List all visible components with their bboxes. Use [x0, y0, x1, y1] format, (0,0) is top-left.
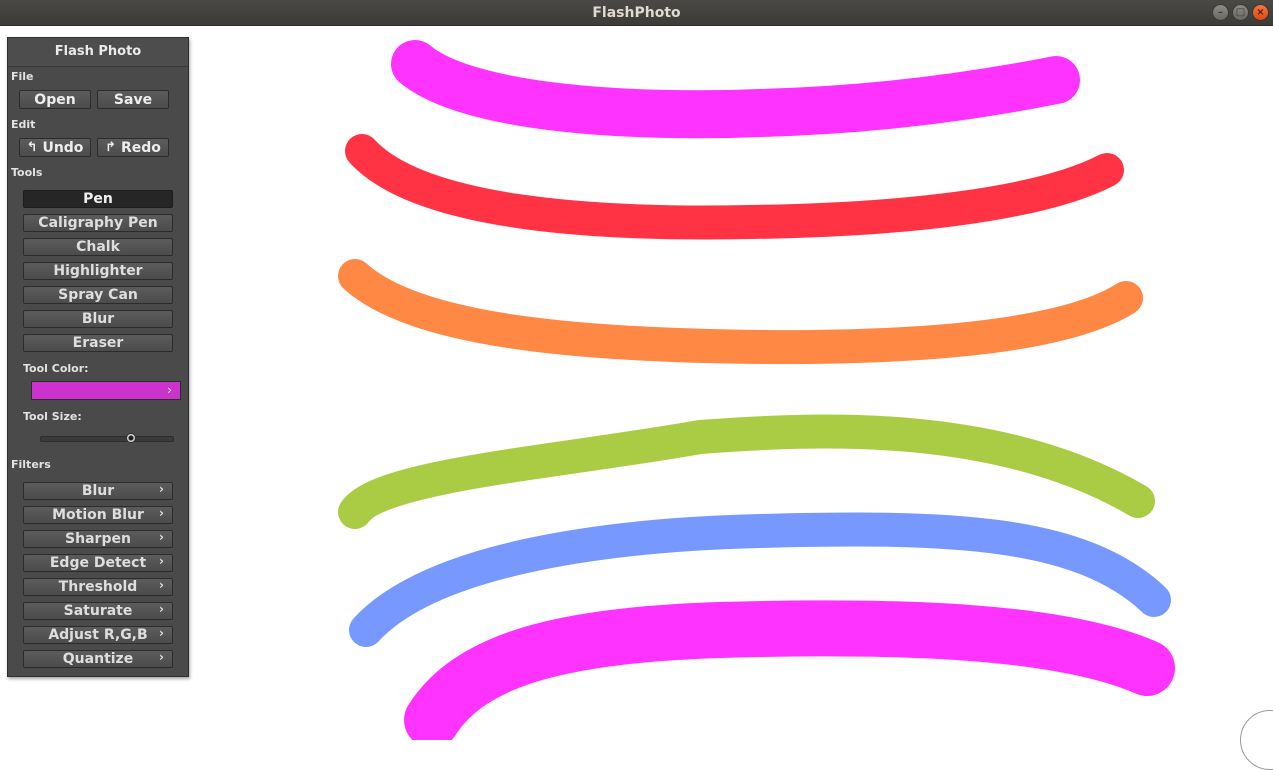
panel-title[interactable]: Flash Photo — [8, 38, 188, 67]
filters-section-label: Filters — [11, 458, 51, 471]
chevron-right-icon: › — [159, 626, 164, 640]
tool-size-slider[interactable] — [40, 433, 174, 443]
tool-blur-button[interactable]: Blur — [23, 310, 173, 328]
edit-section-label: Edit — [11, 118, 36, 131]
tool-color-picker[interactable]: › — [31, 381, 181, 400]
chevron-right-icon: › — [159, 506, 164, 520]
tool-label: Blur — [81, 311, 115, 327]
tool-caligraphy-pen-button[interactable]: Caligraphy Pen — [23, 214, 173, 232]
window-title: FlashPhoto — [592, 4, 681, 21]
tool-label: Caligraphy Pen — [38, 215, 158, 231]
tools-section-label: Tools — [11, 166, 43, 179]
filter-label: Motion Blur — [52, 507, 144, 523]
window-titlebar: FlashPhoto – □ × — [0, 0, 1273, 26]
tool-label: Highlighter — [53, 263, 143, 279]
close-icon[interactable]: × — [1252, 4, 1269, 21]
filter-label: Adjust R,G,B — [48, 627, 148, 643]
tool-chalk-button[interactable]: Chalk — [23, 238, 173, 256]
filter-label: Sharpen — [65, 531, 131, 547]
filter-blur-button[interactable]: Blur › — [23, 482, 173, 500]
tool-color-label: Tool Color: — [23, 362, 89, 375]
filter-label: Saturate — [63, 603, 133, 619]
filter-label: Blur — [81, 483, 115, 499]
chevron-right-icon: › — [159, 530, 164, 544]
open-button-label: Open — [34, 91, 76, 108]
filter-threshold-button[interactable]: Threshold › — [23, 578, 173, 596]
filter-label: Edge Detect — [49, 555, 147, 571]
chevron-right-icon: › — [167, 383, 172, 397]
drawing-canvas[interactable] — [0, 27, 1273, 740]
chevron-right-icon: › — [159, 602, 164, 616]
tool-eraser-button[interactable]: Eraser — [23, 334, 173, 352]
filter-quantize-button[interactable]: Quantize › — [23, 650, 173, 668]
open-button[interactable]: Open — [19, 90, 91, 109]
undo-button[interactable]: ↰ Undo — [19, 138, 91, 157]
minimize-icon[interactable]: – — [1212, 4, 1229, 21]
filter-motion-blur-button[interactable]: Motion Blur › — [23, 506, 173, 524]
slider-handle[interactable] — [125, 433, 136, 443]
tool-label: Pen — [83, 191, 113, 207]
filter-sharpen-button[interactable]: Sharpen › — [23, 530, 173, 548]
window-controls: – □ × — [1212, 4, 1269, 21]
tool-label: Eraser — [72, 335, 124, 351]
filter-adjust-rgb-button[interactable]: Adjust R,G,B › — [23, 626, 173, 644]
redo-button[interactable]: ↱ Redo — [97, 138, 169, 157]
stroke-3 — [338, 259, 1143, 365]
tool-spray-can-button[interactable]: Spray Can — [23, 286, 173, 304]
chevron-right-icon: › — [159, 482, 164, 496]
filter-label: Quantize — [62, 651, 134, 667]
stroke-4 — [338, 414, 1155, 529]
maximize-icon[interactable]: □ — [1232, 4, 1249, 21]
tool-pen-button[interactable]: Pen — [23, 190, 173, 208]
tool-size-label: Tool Size: — [23, 410, 82, 423]
save-button-label: Save — [113, 91, 153, 108]
file-section-label: File — [11, 70, 34, 83]
stroke-6 — [404, 600, 1175, 740]
stroke-1 — [391, 40, 1080, 139]
undo-icon: ↰ — [26, 140, 38, 155]
filter-label: Threshold — [58, 579, 138, 595]
redo-icon: ↱ — [105, 140, 116, 155]
chevron-right-icon: › — [159, 650, 164, 664]
tool-label: Spray Can — [58, 287, 138, 303]
redo-button-label: Redo — [120, 139, 161, 156]
tool-label: Chalk — [76, 239, 120, 255]
filter-saturate-button[interactable]: Saturate › — [23, 602, 173, 620]
filter-edge-detect-button[interactable]: Edge Detect › — [23, 554, 173, 572]
chevron-right-icon: › — [159, 578, 164, 592]
undo-button-label: Undo — [42, 139, 84, 156]
stroke-2 — [345, 134, 1124, 240]
chevron-right-icon: › — [159, 554, 164, 568]
tool-panel: Flash Photo File Open Save Edit ↰ Undo ↱… — [7, 37, 189, 677]
tool-highlighter-button[interactable]: Highlighter — [23, 262, 173, 280]
save-button[interactable]: Save — [97, 90, 169, 109]
